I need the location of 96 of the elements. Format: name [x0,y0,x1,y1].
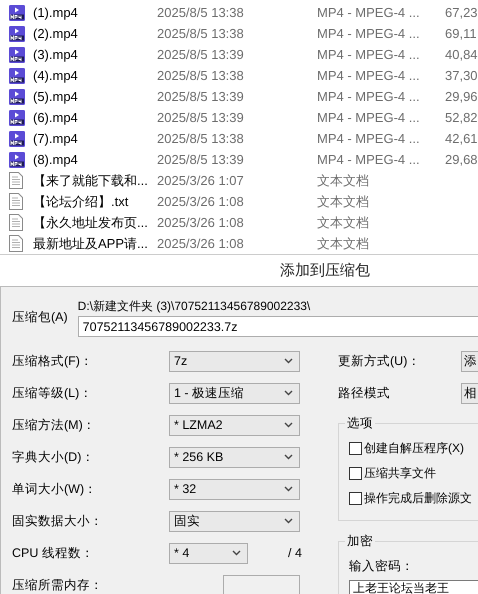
password-field[interactable]: 上老王论坛当老王 [349,580,478,594]
text-file-icon [9,172,23,189]
file-date: 2025/8/5 13:38 [157,131,245,146]
file-size: 40,84 [445,47,478,62]
file-type: 文本文档 [317,172,370,190]
setting-label: 压缩方法(M)： [12,416,97,434]
dropdown[interactable]: 固实 [169,510,300,532]
checkbox-label[interactable]: 压缩共享文件 [364,465,436,482]
video-file-icon [9,88,25,104]
file-name[interactable]: (6).mp4 [33,110,157,125]
file-date: 2025/3/26 1:07 [157,173,245,188]
file-name[interactable]: (1).mp4 [33,5,157,20]
file-date: 2025/8/5 13:38 [157,5,245,20]
file-name[interactable]: 最新地址及APP请... [33,234,157,252]
file-size: 37,30 [445,68,478,83]
chevron-down-icon [284,518,293,524]
chevron-down-icon [284,358,293,364]
file-date: 2025/8/5 13:39 [157,47,245,62]
dropdown[interactable]: * 32 [169,478,300,500]
checkbox-label[interactable]: 创建自解压程序(X) [364,440,464,457]
file-size: 29,68 [445,152,478,167]
file-type: MP4 - MPEG-4 ... [317,152,421,167]
setting-label: 压缩所需内存： [12,576,104,594]
file-size: 67,23 [445,5,478,20]
chevron-down-icon [284,422,293,428]
video-file-icon [9,152,25,168]
password-label: 输入密码： [349,558,415,575]
setting-label: 更新方式(U)： [338,352,422,370]
text-file-icon [9,235,23,252]
file-date: 2025/8/5 13:39 [157,89,245,104]
chevron-down-icon [232,550,241,556]
text-file-icon [9,193,23,210]
archive-name-field[interactable]: 70752113456789002233.7z [78,316,478,337]
dropdown[interactable]: * 256 KB [169,446,300,468]
file-date: 2025/3/26 1:08 [157,236,245,251]
video-file-icon [9,110,25,126]
file-date: 2025/8/5 13:38 [157,68,245,83]
file-name[interactable]: (3).mp4 [33,47,157,62]
video-file-icon [9,130,25,146]
video-file-icon [9,68,25,84]
checkbox-label[interactable]: 操作完成后删除源文 [364,490,472,507]
setting-label: 压缩格式(F)： [12,352,94,370]
file-size: 42,61 [445,131,478,146]
file-type: MP4 - MPEG-4 ... [317,68,421,83]
chevron-down-icon [284,486,293,492]
file-type: MP4 - MPEG-4 ... [317,110,421,125]
checkbox[interactable] [349,467,362,480]
text-file-icon [9,214,23,231]
file-name[interactable]: 【来了就能下载和... [33,172,157,190]
file-date: 2025/8/5 13:39 [157,152,245,167]
setting-label: 路径模式 [338,384,391,402]
archive-label: 压缩包(A) [12,309,68,326]
file-size: 69,11 [445,26,478,41]
file-name[interactable]: (4).mp4 [33,68,157,83]
group-title: 选项 [345,415,375,432]
checkbox[interactable] [349,492,362,505]
dropdown[interactable]: 7z [169,350,300,372]
file-type: 文本文档 [317,192,370,210]
file-name[interactable]: (5).mp4 [33,89,157,104]
dropdown[interactable]: * LZMA2 [169,414,300,436]
chevron-down-icon [284,454,293,460]
setting-label: CPU 线程数： [12,544,95,562]
file-type: 文本文档 [317,234,370,252]
file-type: MP4 - MPEG-4 ... [317,26,421,41]
file-size: 29,96 [445,89,478,104]
archive-path: D:\新建文件夹 (3)\70752113456789002233\ [78,298,312,315]
file-date: 2025/8/5 13:38 [157,26,245,41]
video-file-icon [9,26,25,42]
file-name[interactable]: 【论坛介绍】.txt [33,192,157,210]
file-date: 2025/3/26 1:08 [157,194,245,209]
file-type: MP4 - MPEG-4 ... [317,89,421,104]
file-type: 文本文档 [317,214,370,232]
file-type: MP4 - MPEG-4 ... [317,131,421,146]
dialog-title: 添加到压缩包 [280,261,370,280]
file-name[interactable]: (2).mp4 [33,26,157,41]
file-type: MP4 - MPEG-4 ... [317,47,421,62]
file-name[interactable]: (8).mp4 [33,152,157,167]
setting-label: 压缩等级(L)： [12,384,94,402]
dropdown[interactable]: 添 [461,350,478,372]
chevron-down-icon [284,390,293,396]
file-size: 52,82 [445,110,478,125]
thread-total: / 4 [288,546,302,560]
video-file-icon [9,4,25,20]
checkbox[interactable] [349,442,362,455]
file-date: 2025/3/26 1:08 [157,215,245,230]
file-name[interactable]: 【永久地址发布页... [33,214,157,232]
video-file-icon [9,46,25,62]
dropdown[interactable]: 相 [461,382,478,404]
setting-label: 固实数据大小： [12,512,104,530]
dropdown[interactable]: 1 - 极速压缩 [169,382,300,404]
file-name[interactable]: (7).mp4 [33,131,157,146]
file-date: 2025/8/5 13:39 [157,110,245,125]
setting-label: 单词大小(W)： [12,480,98,498]
setting-label: 字典大小(D)： [12,448,96,466]
dropdown[interactable]: * 4 [169,542,248,564]
file-type: MP4 - MPEG-4 ... [317,5,421,20]
